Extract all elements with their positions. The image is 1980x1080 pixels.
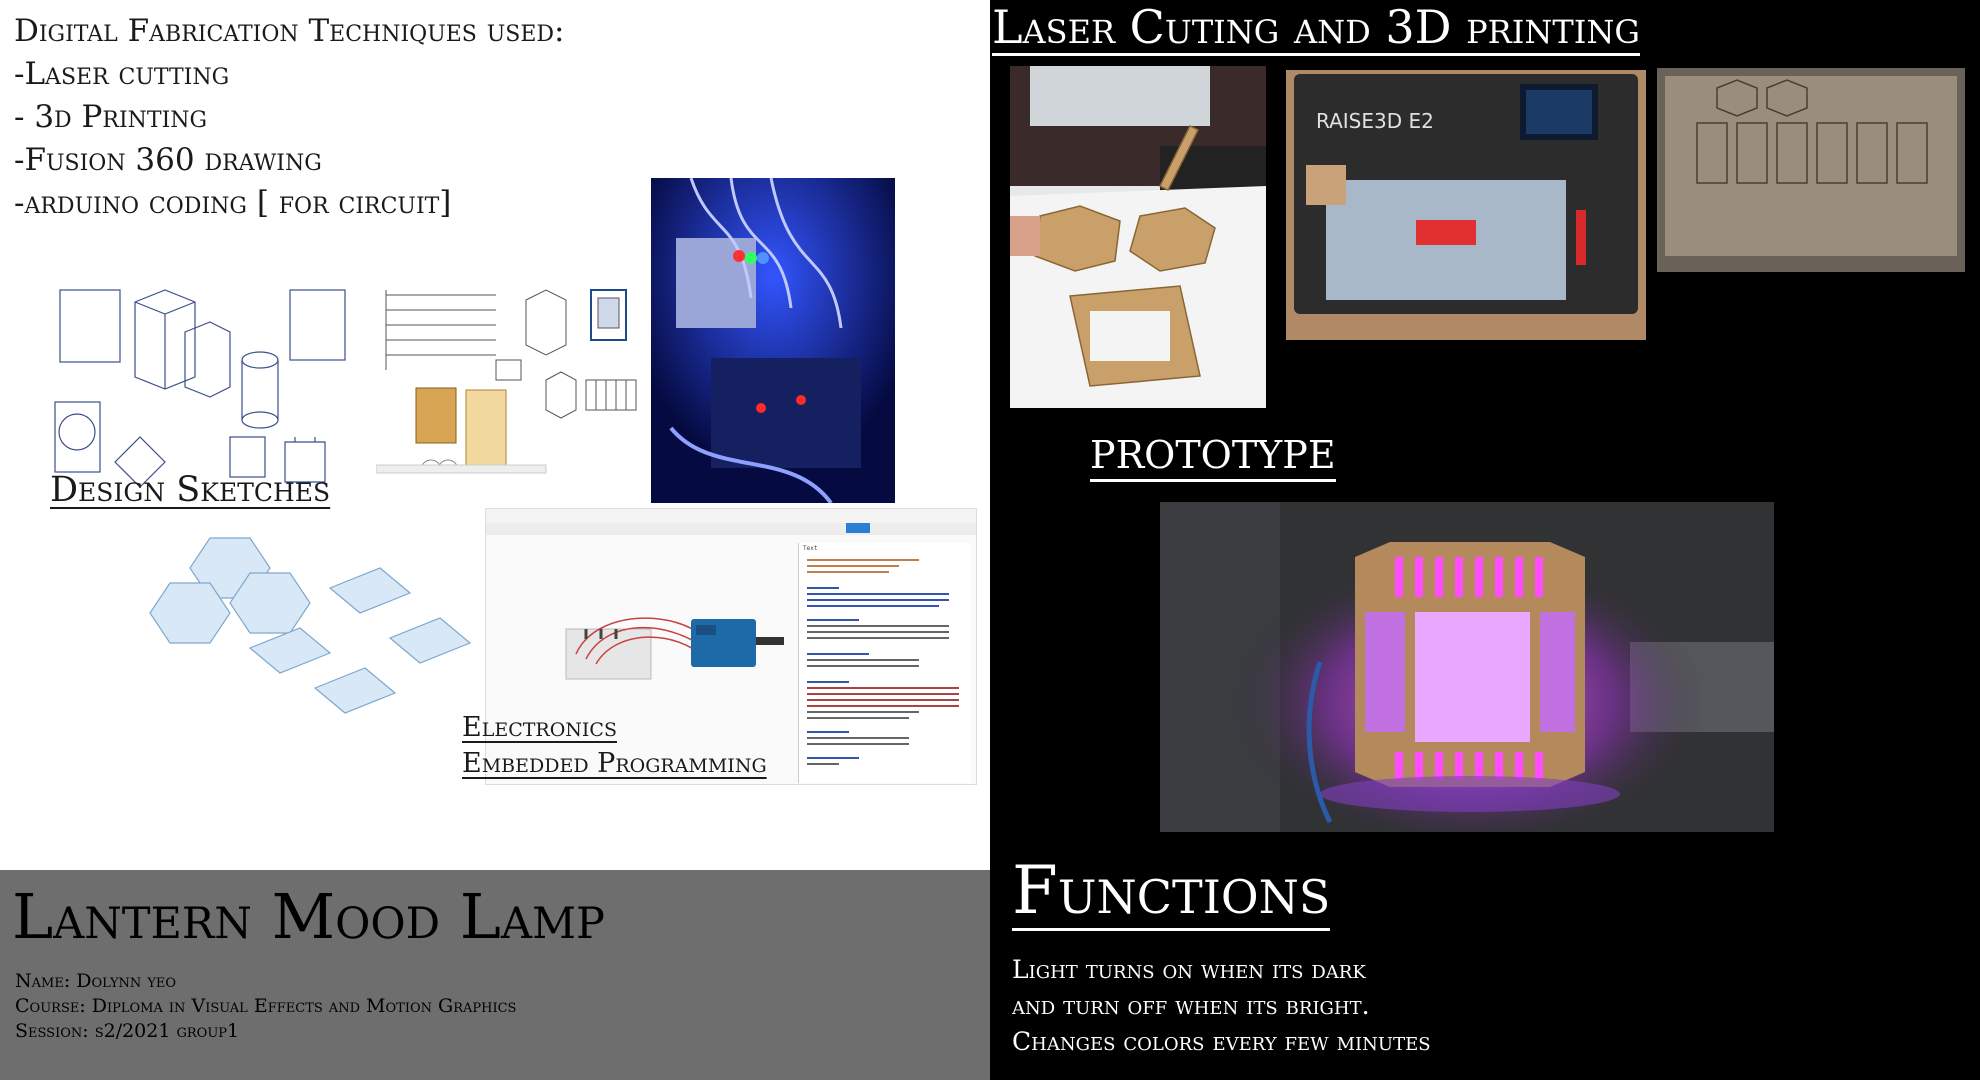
function-line: Changes colors every few minutes — [1012, 1027, 1431, 1056]
laser-cut-layout-image — [100, 528, 485, 716]
prototype-heading: prototype — [1090, 418, 1336, 483]
editor-tab-label: Text — [803, 545, 818, 552]
embedded-programming-caption-line: Embedded Programming — [462, 748, 767, 779]
circuit-photo — [651, 178, 895, 503]
techniques-list: Digital Fabrication Techniques used: -La… — [14, 10, 564, 225]
technique-item: -Fusion 360 drawing — [14, 142, 322, 178]
function-line: and turn off when its bright. — [1012, 991, 1370, 1020]
3d-printer-photo: RAISE3D E2 — [1286, 70, 1646, 340]
electronics-caption-line: Electronics — [462, 712, 617, 743]
electronics-caption: Electronics Embedded Programming — [462, 710, 767, 782]
design-sketch-image — [376, 270, 646, 505]
techniques-heading: Digital Fabrication Techniques used: — [14, 13, 565, 49]
technique-item: -arduino coding [ for circuit] — [14, 185, 452, 221]
session-info: Session: s2/2021 group1 — [15, 1020, 240, 1042]
laser-bed-photo — [1657, 68, 1965, 272]
student-name: Name: Dolynn yeo — [15, 970, 177, 992]
design-sketches-caption: Design Sketches — [50, 470, 331, 510]
project-title: Lantern Mood Lamp — [12, 880, 605, 953]
printer-brand-text: RAISE3D E2 — [1316, 109, 1434, 133]
technique-item: - 3d Printing — [14, 99, 208, 135]
laser-cut-pieces-photo — [1010, 66, 1266, 408]
design-sketch-image — [40, 262, 370, 487]
code-editor-panel: Text — [798, 543, 971, 783]
prototype-lamp-photo — [1160, 502, 1774, 832]
course-info: Course: Diploma in Visual Effects and Mo… — [15, 995, 517, 1017]
function-line: Light turns on when its dark — [1012, 955, 1366, 984]
laser-printing-heading: Laser Cuting and 3D printing — [992, 0, 1640, 56]
left-panel: Digital Fabrication Techniques used: -La… — [0, 0, 990, 870]
technique-item: -Laser cutting — [14, 56, 230, 92]
functions-heading: Functions — [1012, 852, 1331, 931]
